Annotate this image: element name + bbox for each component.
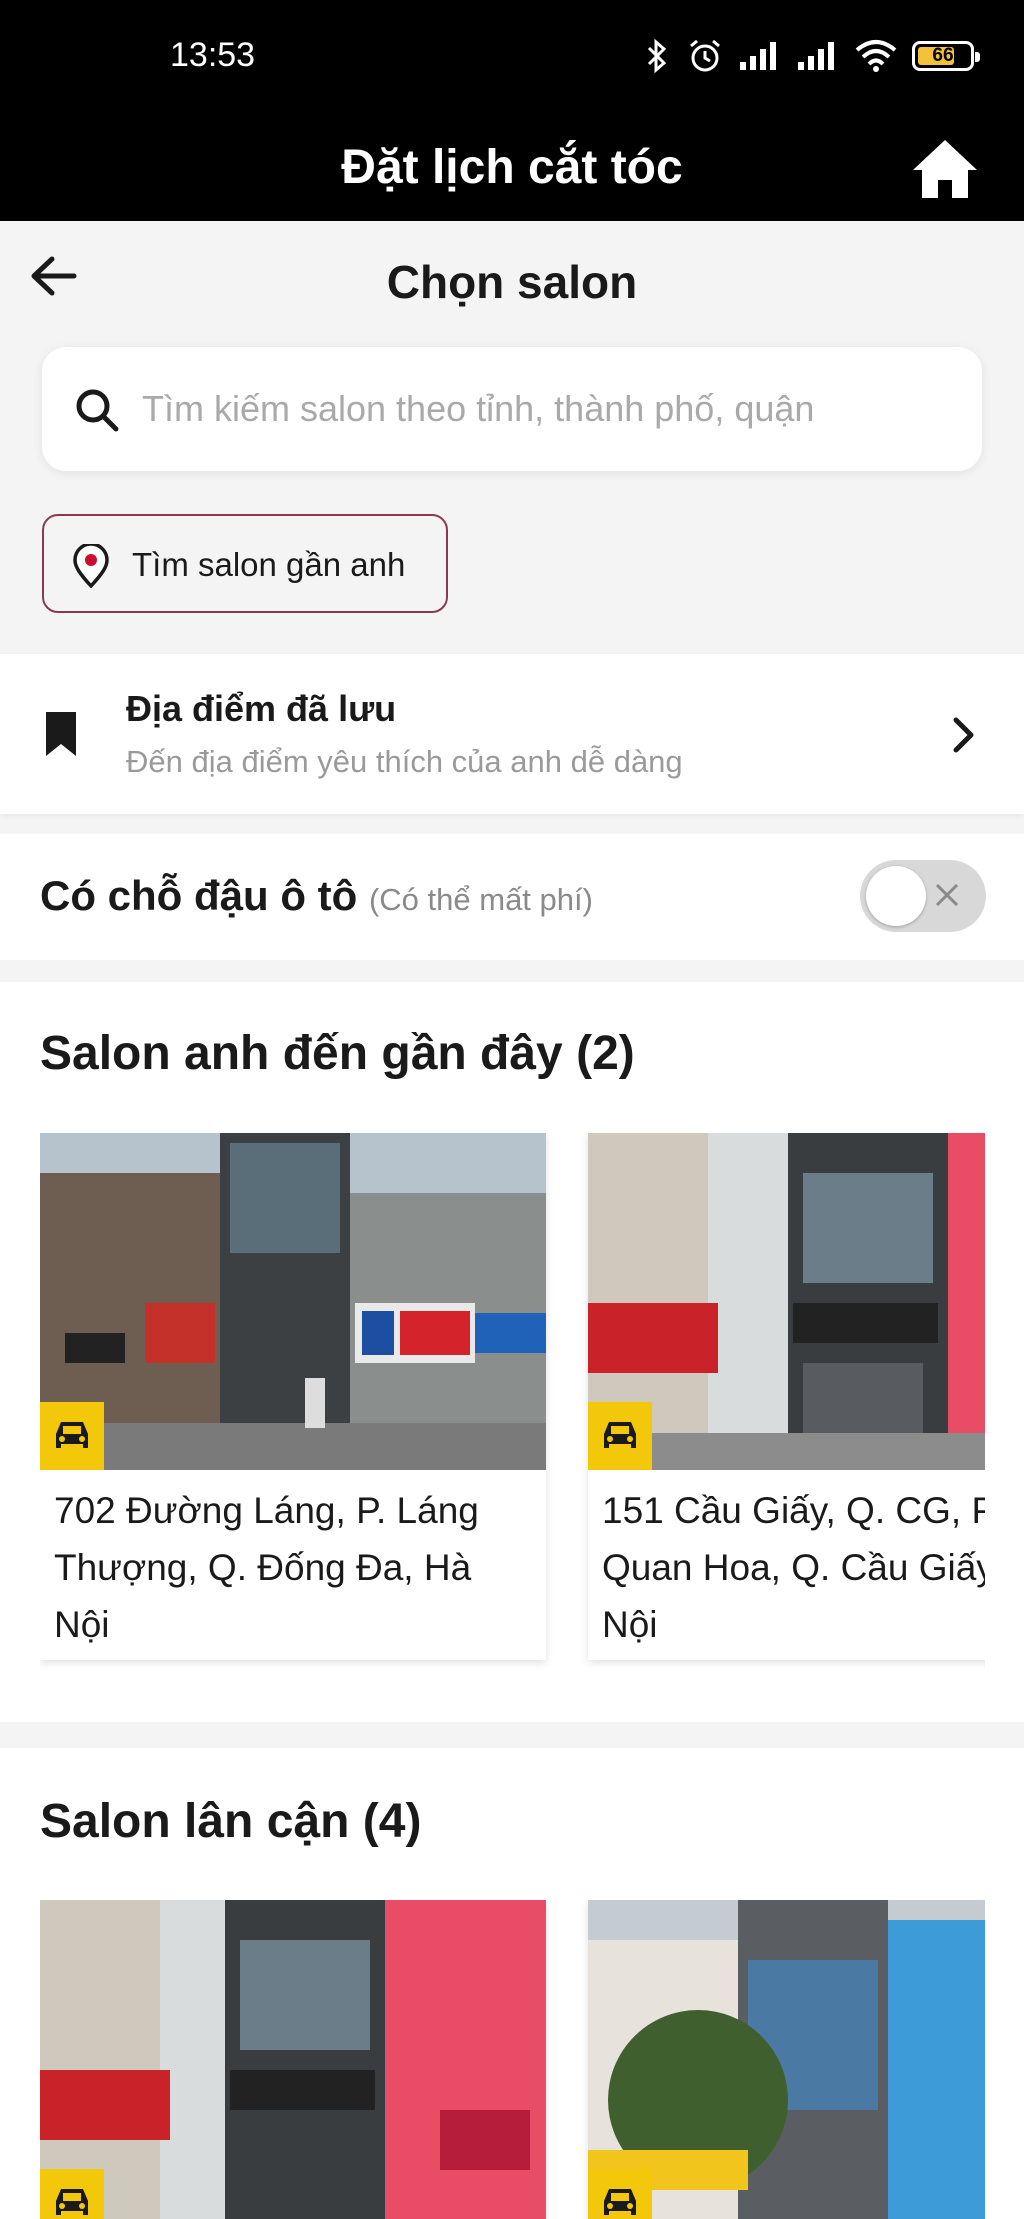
toggle-knob <box>866 866 926 926</box>
bookmark-icon <box>46 712 76 756</box>
recent-salons-section: Salon anh đến gần đây (2) 702 Đường Láng… <box>0 982 1024 1722</box>
page-title: Chọn salon <box>386 256 638 308</box>
parking-badge <box>40 1402 104 1470</box>
recent-salons-list: 702 Đường Láng, P. Láng Thượng, Q. Đống … <box>40 1133 985 1693</box>
battery-icon: 66 <box>912 41 980 71</box>
chevron-right-icon <box>953 717 974 753</box>
salon-card[interactable]: 151 Cầu Giấy, Q. CG, P Quan Hoa, Q. Cầu … <box>588 1133 985 1660</box>
salon-card[interactable] <box>588 1900 985 2219</box>
parking-toggle[interactable] <box>860 860 986 932</box>
saved-places-title: Địa điểm đã lưu <box>126 688 397 729</box>
bluetooth-icon <box>647 38 667 74</box>
salon-photo <box>40 1900 546 2219</box>
saved-places-subtitle: Đến địa điểm yêu thích của anh dễ dàng <box>126 744 683 779</box>
salon-photo <box>588 1900 985 2219</box>
find-near-salon-button[interactable]: Tìm salon gần anh <box>42 514 448 613</box>
nearby-salons-section: Salon lân cận (4) <box>0 1748 1024 2219</box>
home-button[interactable] <box>910 136 980 202</box>
alarm-icon <box>690 39 720 72</box>
parking-filter-note: (Có thể mất phí) <box>368 882 593 917</box>
close-icon <box>935 883 959 907</box>
parking-filter-row: Có chỗ đậu ô tô (Có thể mất phí) <box>0 834 1024 960</box>
parking-filter-label: Có chỗ đậu ô tô (Có thể mất phí) <box>40 872 593 920</box>
salon-card[interactable] <box>40 1900 546 2219</box>
app-bar: Đặt lịch cắt tóc <box>0 118 1024 221</box>
signal-icon <box>740 42 776 70</box>
saved-places-row[interactable]: Địa điểm đã lưu Đến địa điểm yêu thích c… <box>0 654 1024 814</box>
status-bar: 13:53 66 <box>0 0 1024 120</box>
nearby-salons-heading: Salon lân cận (4) <box>40 1795 422 1848</box>
search-input[interactable] <box>142 377 952 441</box>
battery-level: 66 <box>932 45 954 66</box>
salon-address: 702 Đường Láng, P. Láng Thượng, Q. Đống … <box>54 1490 479 1645</box>
parking-badge <box>40 2169 104 2219</box>
location-pin-icon <box>73 544 109 588</box>
car-icon <box>56 1422 88 1448</box>
car-icon <box>604 1422 636 1448</box>
status-icons: 66 <box>642 36 980 76</box>
parking-badge <box>588 1402 652 1470</box>
sub-header: Chọn salon <box>0 221 1024 321</box>
parking-filter-title: Có chỗ đậu ô tô <box>40 872 358 919</box>
car-icon <box>604 2189 636 2215</box>
parking-badge <box>588 2169 652 2219</box>
find-near-salon-label: Tìm salon gần anh <box>132 546 406 583</box>
app-title: Đặt lịch cắt tóc <box>341 141 683 194</box>
salon-photo <box>40 1133 546 1470</box>
car-icon <box>56 2189 88 2215</box>
salon-photo <box>588 1133 985 1470</box>
status-time: 13:53 <box>170 36 256 74</box>
wifi-icon <box>855 40 897 72</box>
home-icon <box>913 140 977 198</box>
search-box <box>42 347 982 471</box>
recent-salons-heading: Salon anh đến gần đây (2) <box>40 1027 635 1080</box>
nearby-salons-list <box>40 1900 985 2219</box>
signal-icon-2 <box>798 42 834 70</box>
salon-card[interactable]: 702 Đường Láng, P. Láng Thượng, Q. Đống … <box>40 1133 546 1660</box>
search-icon <box>76 389 119 432</box>
salon-address: 151 Cầu Giấy, Q. CG, P Quan Hoa, Q. Cầu … <box>602 1490 985 1645</box>
